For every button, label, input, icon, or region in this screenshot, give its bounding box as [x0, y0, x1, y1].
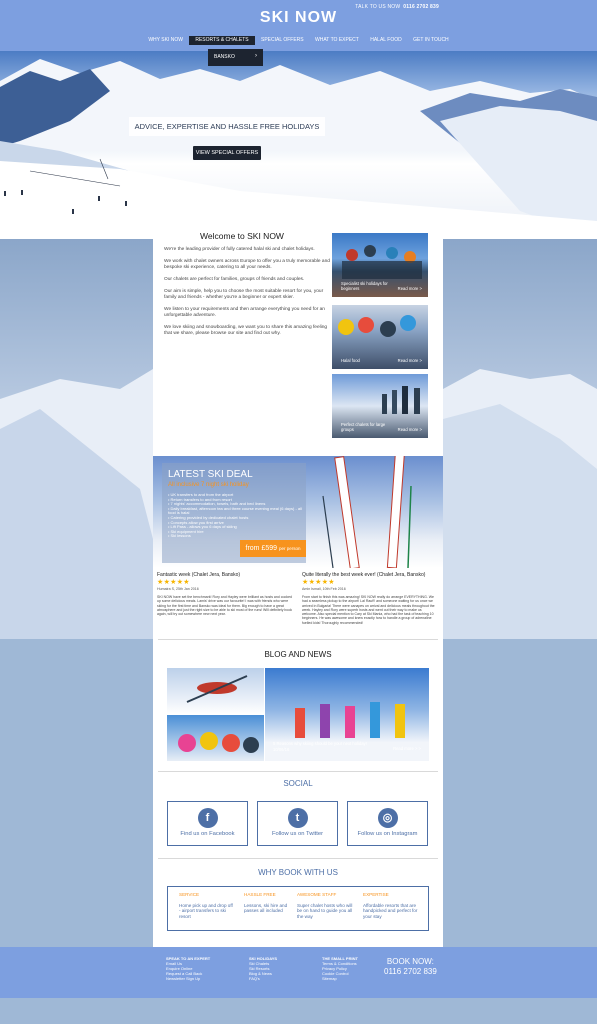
welcome-text: We're the leading provider of fully cate… — [164, 247, 332, 343]
social-title: SOCIAL — [283, 779, 313, 788]
why-title: WHY BOOK WITH US — [258, 868, 338, 877]
why-text: Super chalet hosts who will be on hand t… — [297, 903, 353, 919]
review-body: From start to finish this was amazing! S… — [302, 595, 435, 625]
deal-title: LATEST SKI DEAL — [168, 469, 253, 480]
deal-price: from £599 — [245, 545, 278, 552]
hero-banner: ADVICE, EXPERTISE AND HASSLE FREE HOLIDA… — [0, 51, 597, 239]
facebook-link[interactable]: f Find us on Facebook — [167, 801, 248, 846]
welcome-paragraph: We work with chalet owners across Europe… — [164, 259, 330, 270]
main-content: Welcome to SKI NOW We're the leading pro… — [153, 221, 443, 947]
divider — [158, 858, 438, 859]
kids-photo — [178, 732, 259, 753]
footer-link[interactable]: FAQ's — [249, 976, 277, 981]
footer-col-holidays: SKI HOLIDAYS Ski Chalets Ski Resorts Blo… — [249, 956, 277, 981]
hero-mountain-image — [0, 59, 597, 239]
twitter-icon: t — [287, 808, 308, 828]
welcome-paragraph: We listen to your requirements and then … — [164, 307, 325, 318]
why-heading: EXPERTISE — [363, 892, 389, 897]
card-large-groups[interactable]: Perfect chalets for large groups Read mo… — [332, 374, 428, 438]
why-book-box: SERVICE Home pick up and drop off - airp… — [167, 886, 429, 931]
divider — [158, 639, 438, 640]
deal-price-button[interactable]: from £599 per person — [240, 540, 306, 557]
nav-resorts-chalets[interactable]: RESORTS & CHALETS — [189, 36, 255, 45]
blog-gallery[interactable]: 5 Reasons why skiing should be your next… — [167, 668, 429, 761]
site-footer: SPEAK TO AN EXPERT Email Us Enquire Onli… — [0, 947, 597, 998]
card-caption: Halal food — [341, 358, 360, 363]
blog-image-kids[interactable] — [167, 715, 264, 761]
main-nav: WHY SKI NOW RESORTS & CHALETS SPECIAL OF… — [0, 36, 597, 45]
blog-image-skier[interactable] — [167, 668, 264, 714]
review-meta: Amin Ismail, 10th Feb 2016 — [302, 587, 346, 591]
footer-col-expert: SPEAK TO AN EXPERT Email Us Enquire Onli… — [166, 956, 210, 981]
nav-why-ski-now[interactable]: WHY SKI NOW — [143, 36, 188, 45]
footer-col-small-print: THE SMALL PRINT Terms & Conditions Priva… — [322, 956, 358, 981]
reviews: Fantastic week (Chalet Jera, Bansko) ★★★… — [153, 572, 443, 634]
nav-get-in-touch[interactable]: GET IN TOUCH — [408, 36, 454, 45]
nav-special-offers[interactable]: SPECIAL OFFERS — [256, 36, 309, 45]
review-card: Quite literally the best week ever! (Cha… — [302, 572, 437, 625]
why-expertise: EXPERTISE Affordable resorts that are ha… — [363, 892, 419, 919]
view-special-offers-button[interactable]: VIEW SPECIAL OFFERS — [193, 146, 261, 160]
review-body: SKI NOW have set the benchmark! Rory and… — [157, 595, 293, 617]
social-label: Find us on Facebook — [180, 831, 235, 837]
why-text: Affordable resorts that are handpicked a… — [363, 903, 418, 919]
review-card: Fantastic week (Chalet Jera, Bansko) ★★★… — [157, 572, 292, 616]
hero-tagline: ADVICE, EXPERTISE AND HASSLE FREE HOLIDA… — [129, 117, 325, 136]
resorts-dropdown[interactable]: BANSKO › — [208, 49, 263, 66]
why-heading: SERVICE — [179, 892, 200, 897]
star-rating: ★★★★★ — [302, 579, 335, 586]
skier-photo — [186, 675, 248, 703]
read-more-link[interactable]: Read more > — [398, 286, 422, 291]
footer-link[interactable]: Sitemap — [322, 976, 358, 981]
welcome-paragraph: We love skiing and snowboarding, we want… — [164, 325, 328, 336]
why-text: Home pick up and drop off - airport tran… — [179, 903, 233, 919]
footer-link[interactable]: Newsletter Sign Up — [166, 976, 210, 981]
why-service: SERVICE Home pick up and drop off - airp… — [179, 892, 235, 919]
latest-deal-banner[interactable]: LATEST SKI DEAL All inclusive 7 night sk… — [153, 456, 443, 568]
why-hassle-free: HASSLE FREE Lessons, ski hire and passes… — [244, 892, 300, 914]
nav-halal-food[interactable]: HALAL FOOD — [365, 36, 407, 45]
why-heading: HASSLE FREE — [244, 892, 276, 897]
social-label: Follow us on Instagram — [357, 831, 418, 837]
blog-read-more-link[interactable]: Read more > > — [393, 746, 421, 751]
footer-book-now[interactable]: BOOK NOW: 0116 2702 839 — [384, 957, 437, 977]
read-more-link[interactable]: Read more > — [398, 427, 422, 432]
instagram-icon: ◎ — [377, 808, 398, 828]
blog-caption: 5 Reasons why skiing should be your next… — [273, 741, 367, 752]
blog-date: 10/06/16 — [273, 746, 290, 752]
instagram-link[interactable]: ◎ Follow us on Instagram — [347, 801, 428, 846]
read-more-link[interactable]: Read more > — [398, 358, 422, 363]
deal-item: • Ski lessons — [168, 533, 191, 539]
welcome-paragraph: We're the leading provider of fully cate… — [164, 247, 315, 252]
welcome-paragraph: Our chalets are perfect for families, gr… — [164, 277, 305, 282]
star-rating: ★★★★★ — [157, 579, 190, 586]
twitter-link[interactable]: t Follow us on Twitter — [257, 801, 338, 846]
welcome-title: Welcome to SKI NOW — [200, 231, 284, 241]
why-heading: AWESOME STAFF — [297, 892, 337, 897]
welcome-paragraph: Our aim is simple, help you to choose th… — [164, 289, 324, 300]
nav-what-to-expect[interactable]: WHAT TO EXPECT — [310, 36, 364, 45]
chevron-right-icon: › — [255, 53, 257, 59]
facebook-icon: f — [197, 808, 218, 828]
site-header: TALK TO US NOW 0116 2702 839 SKI NOW WHY … — [0, 0, 597, 51]
blog-title: BLOG AND NEWS — [264, 650, 332, 659]
book-now-label: BOOK NOW: — [386, 957, 434, 966]
why-text: Lessons, ski hire and passes all include… — [244, 903, 288, 914]
social-label: Follow us on Twitter — [271, 831, 324, 837]
page-bottom — [0, 998, 597, 1024]
review-meta: Humaira S, 25th Jan 2016 — [157, 587, 199, 591]
book-now-phone[interactable]: 0116 2702 839 — [384, 967, 437, 977]
dropdown-item-bansko[interactable]: BANSKO — [214, 54, 235, 60]
deal-subtitle: All inclusive 7 night ski holiday — [168, 482, 249, 488]
blog-feature[interactable]: 5 Reasons why skiing should be your next… — [265, 668, 429, 761]
card-caption: Specialist ski holidays for beginners — [341, 281, 388, 291]
card-halal-food[interactable]: Halal food Read more > — [332, 305, 428, 369]
deal-inclusions: • UK transfers to and from the airport •… — [168, 492, 306, 539]
why-awesome-staff: AWESOME STAFF Super chalet hosts who wil… — [297, 892, 353, 919]
divider — [158, 771, 438, 772]
card-caption: Perfect chalets for large groups — [341, 422, 386, 432]
site-logo[interactable]: SKI NOW — [0, 9, 597, 27]
card-beginners[interactable]: Specialist ski holidays for beginners Re… — [332, 233, 428, 297]
deal-price-suffix: per person — [278, 546, 301, 551]
